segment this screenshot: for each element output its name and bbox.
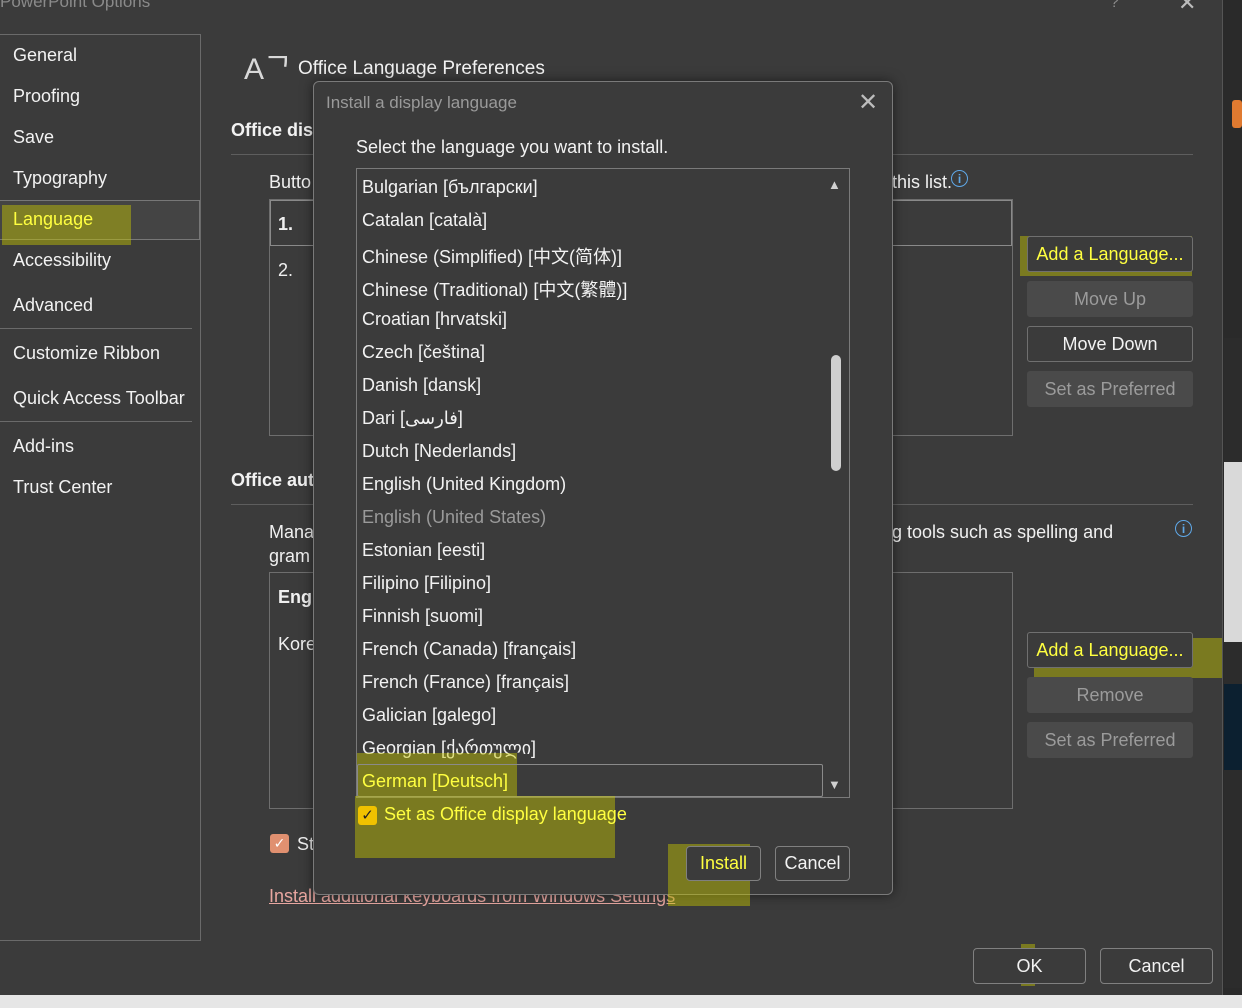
- listbox-scrollbar[interactable]: [823, 169, 849, 797]
- language-listbox[interactable]: Bulgarian [български] Catalan [català] C…: [356, 168, 850, 798]
- language-option[interactable]: Chinese (Traditional) [中文(繁體)]: [362, 276, 627, 302]
- install-button[interactable]: Install: [686, 846, 761, 881]
- authoring-desc-right: g tools such as spelling and: [892, 522, 1114, 542]
- window-close-icon[interactable]: ✕: [1178, 0, 1196, 16]
- language-option[interactable]: Dari [فارسی]: [362, 408, 463, 429]
- language-option[interactable]: Galician [galego]: [362, 705, 496, 726]
- display-section-title: Office dis: [231, 120, 314, 140]
- language-option-disabled: English (United States): [362, 507, 547, 527]
- display-desc-left: Butto: [269, 172, 312, 192]
- options-nav: General Proofing Save Typography Languag…: [0, 34, 201, 941]
- language-option[interactable]: Finnish [suomi]: [362, 606, 483, 627]
- install-language-dialog: Install a display language ✕ Select the …: [313, 81, 893, 906]
- move-down-button[interactable]: Move Down: [1027, 326, 1193, 362]
- scroll-up-arrow-icon[interactable]: ▲: [828, 177, 841, 192]
- help-icon[interactable]: ?: [1110, 0, 1119, 12]
- language-option[interactable]: Filipino [Filipino]: [362, 573, 491, 594]
- dialog-cancel-button[interactable]: Cancel: [775, 846, 850, 881]
- language-option[interactable]: Dutch [Nederlands]: [362, 441, 516, 462]
- nav-item-add-ins[interactable]: Add-ins: [13, 436, 74, 457]
- page-title: Office Language Preferences: [298, 58, 545, 79]
- nav-divider: [0, 328, 192, 329]
- background-image-2: [1224, 684, 1242, 770]
- nav-item-customize-ribbon[interactable]: Customize Ribbon: [13, 343, 160, 364]
- display-add-language-button[interactable]: Add a Language...: [1027, 236, 1193, 272]
- taskbar-strip: [0, 995, 1242, 1008]
- nav-item-save[interactable]: Save: [13, 127, 54, 148]
- st-checkbox-label: St: [297, 834, 315, 854]
- scrollbar-thumb[interactable]: [831, 355, 841, 471]
- nav-item-trust-center[interactable]: Trust Center: [13, 477, 112, 498]
- language-option[interactable]: French (France) [français]: [362, 672, 569, 693]
- display-list-item-2: 2.: [278, 260, 294, 280]
- background-accent: [1232, 100, 1242, 128]
- scroll-down-arrow-icon[interactable]: ▼: [828, 777, 841, 792]
- authoring-add-language-button[interactable]: Add a Language...: [1027, 632, 1193, 668]
- language-option[interactable]: English (United Kingdom): [362, 474, 566, 495]
- info-icon[interactable]: i: [951, 170, 968, 187]
- language-option[interactable]: Estonian [eesti]: [362, 540, 485, 561]
- dialog-title: Install a display language: [326, 93, 517, 112]
- nav-item-language[interactable]: Language: [13, 209, 93, 230]
- background-image: [1224, 462, 1242, 642]
- language-option[interactable]: French (Canada) [français]: [362, 639, 576, 660]
- move-up-button[interactable]: Move Up: [1027, 281, 1193, 317]
- authoring-list-item-2[interactable]: Kore: [278, 634, 316, 655]
- nav-item-accessibility[interactable]: Accessibility: [13, 250, 111, 271]
- info-icon[interactable]: i: [1175, 520, 1192, 537]
- dialog-close-icon[interactable]: ✕: [858, 88, 878, 117]
- window-title: PowerPoint Options: [0, 0, 151, 11]
- background-panel: [1224, 338, 1242, 988]
- language-icon: Aᄀ: [244, 53, 292, 86]
- display-set-preferred-button[interactable]: Set as Preferred: [1027, 371, 1193, 407]
- cancel-button[interactable]: Cancel: [1100, 948, 1213, 984]
- nav-item-quick-access-toolbar[interactable]: Quick Access Toolbar: [13, 388, 185, 409]
- display-language-checkbox[interactable]: ✓: [358, 806, 377, 825]
- language-option[interactable]: Chinese (Simplified) [中文(简体)]: [362, 243, 622, 269]
- authoring-list-item-1[interactable]: Engl: [278, 587, 317, 608]
- st-checkbox[interactable]: ✓: [270, 834, 289, 853]
- nav-divider: [0, 421, 192, 422]
- display-desc-right: this list.: [892, 172, 953, 192]
- nav-item-general[interactable]: General: [13, 45, 77, 66]
- authoring-set-preferred-button[interactable]: Set as Preferred: [1027, 722, 1193, 758]
- language-option[interactable]: Danish [dansk]: [362, 375, 481, 396]
- language-option[interactable]: Croatian [hrvatski]: [362, 309, 507, 330]
- language-option[interactable]: Catalan [català]: [362, 210, 487, 231]
- nav-item-typography[interactable]: Typography: [13, 168, 107, 189]
- nav-item-advanced[interactable]: Advanced: [13, 295, 93, 316]
- display-list-item-1: 1.: [278, 214, 294, 234]
- display-language-checkbox-label[interactable]: Set as Office display language: [384, 804, 627, 825]
- nav-item-proofing[interactable]: Proofing: [13, 86, 80, 107]
- ok-button[interactable]: OK: [973, 948, 1086, 984]
- authoring-section-title: Office aut: [231, 470, 315, 490]
- language-option[interactable]: Bulgarian [български]: [362, 177, 538, 198]
- authoring-desc-left-1: Mana: [269, 522, 315, 542]
- authoring-desc-left-2: gram: [269, 546, 311, 566]
- language-option-selected[interactable]: German [Deutsch]: [362, 771, 508, 792]
- remove-button[interactable]: Remove: [1027, 677, 1193, 713]
- dialog-prompt: Select the language you want to install.: [356, 137, 669, 157]
- language-option[interactable]: Czech [čeština]: [362, 342, 485, 363]
